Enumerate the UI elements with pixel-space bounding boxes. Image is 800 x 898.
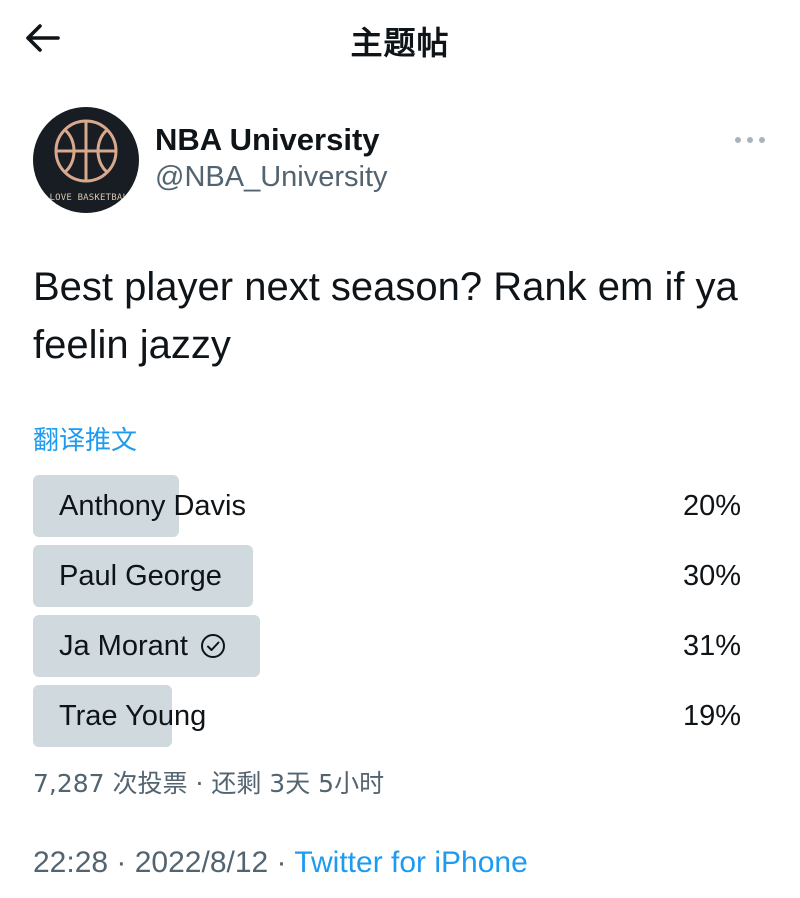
author-name[interactable]: NBA University <box>155 122 380 158</box>
poll-option-anthony-davis[interactable]: Anthony Davis 20% <box>33 475 745 537</box>
poll-option-label: Trae Young <box>59 700 207 732</box>
more-horizontal-icon <box>735 137 765 143</box>
poll: Anthony Davis 20% Paul George 30% Ja Mor… <box>33 475 745 755</box>
poll-option-ja-morant[interactable]: Ja Morant 31% <box>33 615 745 677</box>
poll-vote-summary: 7,287 次投票 · 还剩 3天 5小时 <box>33 769 385 798</box>
poll-option-percent: 19% <box>682 700 741 732</box>
separator: · <box>268 846 295 879</box>
more-button[interactable] <box>728 128 772 152</box>
avatar[interactable]: I LOVE BASKETBALL <box>33 107 139 213</box>
poll-option-percent: 31% <box>682 630 741 662</box>
tweet-time: 22:28 <box>33 846 109 879</box>
poll-option-percent: 30% <box>682 560 741 592</box>
check-circle-icon <box>200 633 226 659</box>
poll-option-label: Ja Morant <box>59 630 188 662</box>
author-handle[interactable]: @NBA_University <box>155 161 388 194</box>
translate-tweet-link[interactable]: 翻译推文 <box>33 420 137 457</box>
top-bar: 主题帖 <box>0 0 800 78</box>
tweet-text: Best player next season? Rank em if ya f… <box>33 265 738 367</box>
poll-option-trae-young[interactable]: Trae Young 19% <box>33 685 745 747</box>
tweet-timestamp: 22:28 · 2022/8/12 · Twitter for iPhone <box>33 846 528 880</box>
separator: · <box>108 846 135 879</box>
avatar-caption: I LOVE BASKETBALL <box>38 193 134 203</box>
tweet-date: 2022/8/12 <box>134 846 269 879</box>
poll-option-label: Anthony Davis <box>59 490 246 522</box>
poll-option-paul-george[interactable]: Paul George 30% <box>33 545 745 607</box>
poll-option-percent: 20% <box>682 490 741 522</box>
poll-option-label: Paul George <box>59 560 222 592</box>
tweet-source-link[interactable]: Twitter for iPhone <box>294 846 527 879</box>
page-title: 主题帖 <box>350 24 450 62</box>
